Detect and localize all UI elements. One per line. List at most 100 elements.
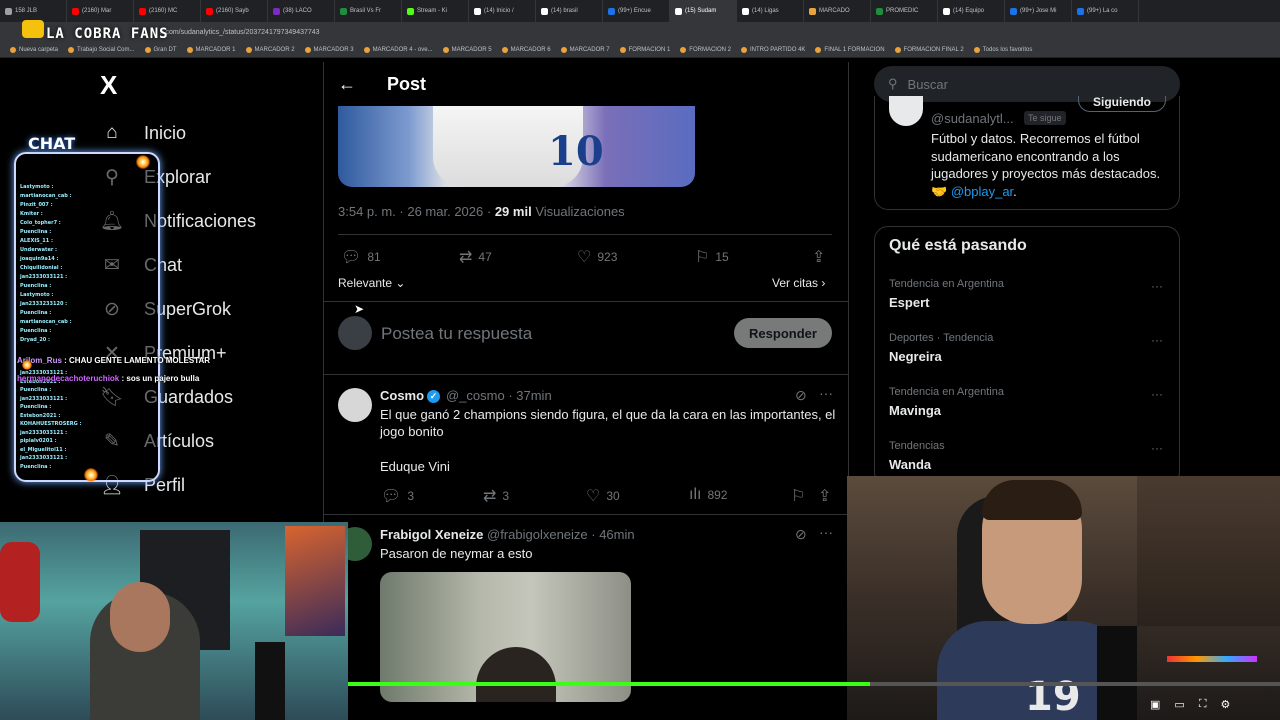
reply-action[interactable]: 💬︎ 3: [381, 486, 414, 506]
like-action[interactable]: ♡ 923: [577, 247, 617, 267]
browser-tab[interactable]: (14) Ligas: [737, 0, 804, 22]
sort-dropdown[interactable]: Relevante ⌄: [338, 276, 405, 290]
tab-label: (14) Equipo: [953, 8, 985, 14]
share-action[interactable]: ⇪: [812, 247, 825, 267]
reply-author[interactable]: Cosmo ✓: [380, 388, 441, 404]
bookmark-item[interactable]: INTRO PARTIDO 4K: [740, 46, 805, 53]
post-image[interactable]: 10: [338, 106, 695, 187]
like-action[interactable]: ♡ 30: [586, 486, 620, 506]
browser-tab[interactable]: (2160) MC: [134, 0, 201, 22]
repost-action[interactable]: ⇄ 3: [483, 486, 509, 506]
nav-label: Notificaciones: [144, 210, 257, 231]
bookmark-item[interactable]: Nueva carpeta: [10, 46, 58, 53]
bookmark-item[interactable]: FORMACION FINAL 2: [894, 46, 964, 53]
more-icon[interactable]: ···: [819, 385, 833, 401]
reply-author[interactable]: Frabigol Xeneize: [380, 527, 483, 542]
browser-tab[interactable]: MARCADO: [804, 0, 871, 22]
reply-handle[interactable]: @_cosmo · 37min: [446, 388, 552, 403]
microphone: [255, 642, 285, 720]
bookmark-item[interactable]: MARCADOR 7: [560, 46, 610, 53]
settings-icon[interactable]: ⚙: [1221, 698, 1231, 711]
bookmark-item[interactable]: FORMACION 2: [680, 46, 731, 53]
bookmark-item[interactable]: Todos los favoritos: [973, 46, 1032, 53]
bookmark-item[interactable]: Trabajo Social Com...: [68, 46, 135, 53]
browser-tab[interactable]: (99+) Jose Mi: [1005, 0, 1072, 22]
grok-icon[interactable]: ⊘: [795, 526, 807, 543]
trend-name[interactable]: Espert: [889, 295, 929, 310]
fullscreen-icon[interactable]: ⛶: [1199, 698, 1207, 711]
theater-icon[interactable]: ▭: [1174, 698, 1184, 711]
browser-tab[interactable]: (99+) La co: [1072, 0, 1139, 22]
browser-tab[interactable]: (14) Equipo: [938, 0, 1005, 22]
chat-line: Puenclina :: [20, 464, 51, 470]
subtitles-icon[interactable]: ▣: [1150, 698, 1160, 711]
trend-name[interactable]: Mavinga: [889, 403, 941, 418]
repost-action[interactable]: ⇄ 47: [459, 247, 492, 267]
shelf: [1137, 476, 1280, 626]
reply-input[interactable]: Postea tu respuesta: [381, 324, 532, 344]
nav-item-inicio[interactable]: ⌂ Inicio: [100, 121, 186, 145]
chat-user: ALEXIS_11 :: [20, 238, 53, 244]
browser-tab[interactable]: Stream - Ki: [402, 0, 469, 22]
chat-title: CHAT: [28, 134, 76, 153]
views-action[interactable]: ılı 892: [689, 486, 727, 504]
bookmark-item[interactable]: MARCADOR 1: [186, 46, 236, 53]
browser-tab[interactable]: (2160) Sayb: [201, 0, 268, 22]
browser-tab[interactable]: (38) LACO: [268, 0, 335, 22]
more-icon[interactable]: ···: [1151, 441, 1163, 455]
reply-action[interactable]: 💬︎ 81: [341, 247, 381, 267]
browser-tab[interactable]: (2160) Mar: [67, 0, 134, 22]
browser-tab[interactable]: (14) Inicio /: [469, 0, 536, 22]
url-text[interactable]: x.com/sudanalytics_/status/2037241797349…: [160, 29, 320, 36]
tab-favicon-icon: [5, 7, 12, 15]
video-progress-bar[interactable]: [348, 682, 1280, 686]
browser-tab[interactable]: (99+) Encue: [603, 0, 670, 22]
chat-line: Puenclina :: [20, 328, 51, 334]
trend-name[interactable]: Wanda: [889, 457, 931, 472]
share-action[interactable]: ⇪: [818, 486, 831, 506]
address-bar[interactable]: x.com/sudanalytics_/status/2037241797349…: [0, 22, 1280, 42]
browser-tab[interactable]: 158 JLB: [0, 0, 67, 22]
bookmark-item[interactable]: Gran DT: [144, 46, 177, 53]
bookmark-item[interactable]: MARCADOR 5: [442, 46, 492, 53]
more-icon[interactable]: ···: [1151, 333, 1163, 347]
browser-tab[interactable]: (14) brasil: [536, 0, 603, 22]
bookmark-item[interactable]: FORMACION 1: [619, 46, 670, 53]
bookmark-item[interactable]: MARCADOR 4 - ove...: [363, 46, 433, 53]
share-icon: ⇪: [818, 488, 832, 505]
chat-line: Lastymoto :: [20, 184, 53, 190]
stream-logo-icon: [22, 20, 44, 38]
browser-tab[interactable]: (15) Sudam: [670, 0, 737, 22]
reply-handle[interactable]: @frabigolxeneize · 46min: [487, 527, 635, 542]
more-icon[interactable]: ···: [819, 524, 833, 540]
bookmark-action[interactable]: ⚐ 15: [695, 247, 729, 267]
sort-label: Relevante: [338, 276, 393, 290]
tab-label: (14) Ligas: [752, 8, 779, 14]
bookmark-item[interactable]: MARCADOR 2: [245, 46, 295, 53]
back-arrow-icon[interactable]: ←: [338, 74, 356, 95]
chat-user: Chiquilidonial :: [20, 265, 63, 271]
chat-line: Chiquilidonial :: [20, 265, 62, 271]
profile-handle[interactable]: @sudanalytl...: [931, 111, 1014, 126]
post-timestamp[interactable]: 3:54 p. m. · 26 mar. 2026 ·: [338, 204, 491, 219]
search-placeholder: Buscar: [907, 76, 948, 92]
bookmark-item[interactable]: MARCADOR 6: [501, 46, 551, 53]
chat-user: Puenclina :: [20, 229, 52, 235]
x-logo-icon[interactable]: X: [100, 72, 126, 98]
quotes-link[interactable]: Ver citas ›: [772, 276, 825, 290]
more-icon[interactable]: ···: [1151, 387, 1163, 401]
bookmark-item[interactable]: MARCADOR 3: [304, 46, 354, 53]
divider: [324, 374, 848, 375]
bookmark-action[interactable]: ⚐: [791, 486, 805, 506]
bookmark-item[interactable]: FINAL 1 FORMACION: [815, 46, 885, 53]
more-icon[interactable]: ···: [1151, 279, 1163, 293]
trend-name[interactable]: Negreira: [889, 349, 942, 364]
image-subject: [476, 647, 556, 702]
bio-link[interactable]: @bplay_ar: [951, 184, 1013, 199]
following-button[interactable]: Siguiendo: [1078, 96, 1166, 112]
browser-tab[interactable]: PROMEDIC: [871, 0, 938, 22]
grok-icon[interactable]: ⊘: [795, 387, 807, 404]
reply-button[interactable]: Responder: [734, 318, 832, 348]
avatar[interactable]: [338, 388, 372, 422]
browser-tab[interactable]: Brasil Vs Fr: [335, 0, 402, 22]
